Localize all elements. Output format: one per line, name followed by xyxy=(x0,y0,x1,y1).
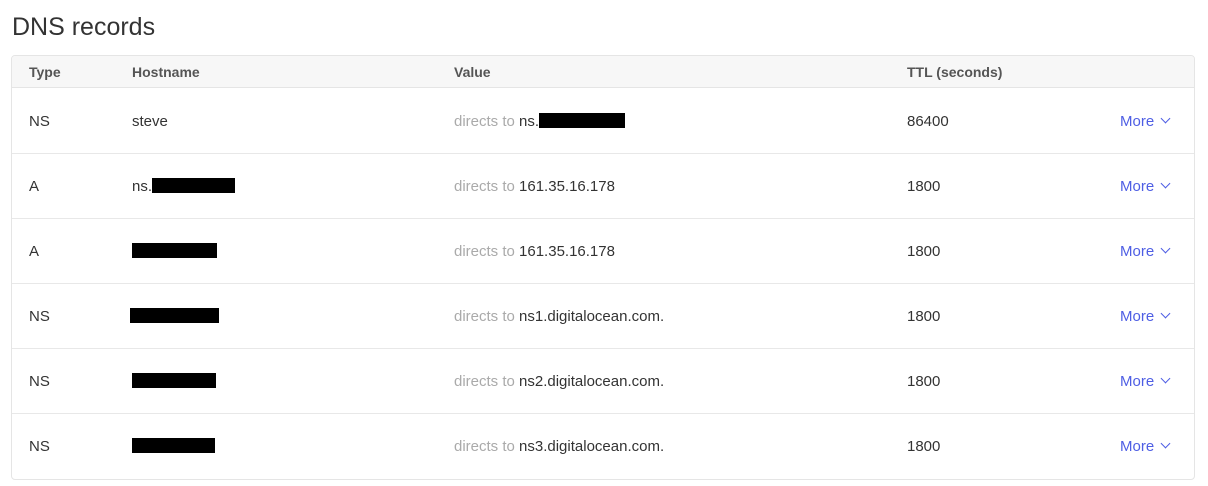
record-type: NS xyxy=(29,438,50,455)
record-value: directs to ns3.digitalocean.com. xyxy=(454,438,664,456)
header-value: Value xyxy=(454,64,491,80)
record-type: NS xyxy=(29,373,50,390)
record-value: directs to ns2.digitalocean.com. xyxy=(454,373,664,391)
value-text: ns2.digitalocean.com. xyxy=(519,373,665,390)
more-label: More xyxy=(1120,438,1155,455)
record-type: NS xyxy=(29,113,50,130)
more-button[interactable]: More xyxy=(1120,243,1171,261)
table-row: A directs to 161.35.16.178 1800 More xyxy=(12,219,1194,284)
record-value: directs to ns. xyxy=(454,113,626,131)
header-hostname: Hostname xyxy=(132,64,200,80)
table-row: NS steve directs to ns. 86400 More xyxy=(12,89,1194,154)
redaction-box xyxy=(152,178,236,193)
record-ttl: 1800 xyxy=(907,308,941,325)
more-label: More xyxy=(1120,308,1155,325)
record-ttl: 1800 xyxy=(907,243,941,260)
redaction-box xyxy=(132,243,217,258)
record-value: directs to 161.35.16.178 xyxy=(454,178,615,196)
record-hostname xyxy=(132,243,217,261)
directs-to-label: directs to xyxy=(454,308,515,325)
directs-to-label: directs to xyxy=(454,178,515,195)
table-row: NS directs to ns3.digitalocean.com. 1800… xyxy=(12,414,1194,479)
record-value: directs to 161.35.16.178 xyxy=(454,243,615,261)
dns-records-table: Type Hostname Value TTL (seconds) NS ste… xyxy=(11,55,1195,480)
record-ttl: 1800 xyxy=(907,373,941,390)
header-ttl: TTL (seconds) xyxy=(907,64,1003,80)
record-value: directs to ns1.digitalocean.com. xyxy=(454,308,664,326)
more-label: More xyxy=(1120,113,1155,130)
value-text: ns. xyxy=(519,113,540,130)
page-title: DNS records xyxy=(12,13,156,41)
redaction-box xyxy=(539,113,626,128)
value-text: 161.35.16.178 xyxy=(519,178,615,195)
more-button[interactable]: More xyxy=(1120,373,1171,391)
more-button[interactable]: More xyxy=(1120,438,1171,456)
table-row: NS directs to ns1.digitalocean.com. 1800… xyxy=(12,284,1194,349)
record-type: A xyxy=(29,243,40,260)
record-ttl: 1800 xyxy=(907,438,941,455)
redaction-box xyxy=(132,438,215,453)
more-label: More xyxy=(1120,178,1155,195)
chevron-down-icon xyxy=(1160,178,1171,189)
table-header: Type Hostname Value TTL (seconds) xyxy=(12,56,1194,88)
value-text: ns3.digitalocean.com. xyxy=(519,438,665,455)
header-type: Type xyxy=(29,64,61,80)
record-hostname xyxy=(132,373,216,391)
record-hostname xyxy=(130,308,219,326)
chevron-down-icon xyxy=(1160,243,1171,254)
chevron-down-icon xyxy=(1160,308,1171,319)
record-type: NS xyxy=(29,308,50,325)
more-label: More xyxy=(1120,243,1155,260)
value-text: ns1.digitalocean.com. xyxy=(519,308,665,325)
table-row: NS directs to ns2.digitalocean.com. 1800… xyxy=(12,349,1194,414)
directs-to-label: directs to xyxy=(454,113,515,130)
more-button[interactable]: More xyxy=(1120,178,1171,196)
directs-to-label: directs to xyxy=(454,438,515,455)
record-type: A xyxy=(29,178,40,195)
more-button[interactable]: More xyxy=(1120,308,1171,326)
more-button[interactable]: More xyxy=(1120,113,1171,131)
chevron-down-icon xyxy=(1160,373,1171,384)
directs-to-label: directs to xyxy=(454,373,515,390)
chevron-down-icon xyxy=(1160,113,1171,124)
record-hostname: steve xyxy=(132,113,168,130)
redaction-box xyxy=(132,373,216,388)
table-row: A ns. directs to 161.35.16.178 1800 More xyxy=(12,154,1194,219)
directs-to-label: directs to xyxy=(454,243,515,260)
record-ttl: 86400 xyxy=(907,113,949,130)
value-text: 161.35.16.178 xyxy=(519,243,615,260)
record-ttl: 1800 xyxy=(907,178,941,195)
chevron-down-icon xyxy=(1160,438,1171,449)
hostname-text: ns. xyxy=(132,178,153,195)
record-hostname: ns. xyxy=(132,178,236,196)
redaction-box xyxy=(130,308,219,323)
record-hostname xyxy=(132,438,215,456)
more-label: More xyxy=(1120,373,1155,390)
